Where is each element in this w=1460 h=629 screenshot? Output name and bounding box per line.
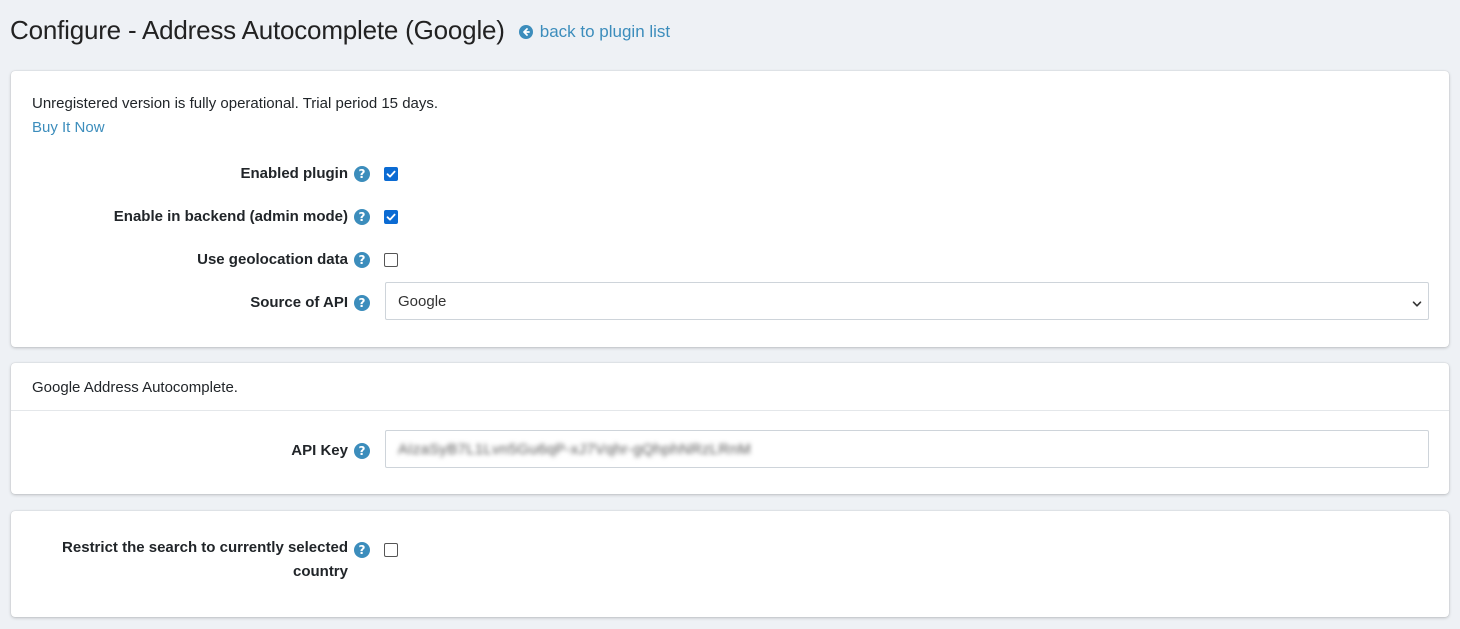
restrict-search-checkbox[interactable] xyxy=(384,543,398,557)
source-of-api-select[interactable]: Google xyxy=(385,282,1429,320)
chevron-down-icon xyxy=(1412,296,1422,313)
page-header: Configure - Address Autocomplete (Google… xyxy=(10,12,670,48)
use-geolocation-row: Use geolocation data ? xyxy=(11,249,1449,273)
enabled-plugin-row: Enabled plugin ? xyxy=(11,163,1449,187)
enable-backend-label: Enable in backend (admin mode) xyxy=(113,208,348,225)
help-icon[interactable]: ? xyxy=(354,443,370,459)
enable-backend-row: Enable in backend (admin mode) ? xyxy=(11,206,1449,230)
card-header-title: Google Address Autocomplete. xyxy=(32,379,238,396)
api-key-label: API Key xyxy=(291,442,348,459)
arrow-circle-left-icon xyxy=(518,24,533,39)
page-title: Configure - Address Autocomplete (Google… xyxy=(10,14,505,45)
help-icon[interactable]: ? xyxy=(354,295,370,311)
use-geolocation-checkbox[interactable] xyxy=(384,253,398,267)
source-of-api-value: Google xyxy=(398,293,447,310)
enabled-plugin-label: Enabled plugin xyxy=(240,165,349,182)
restrict-search-card: Restrict the search to currently selecte… xyxy=(11,511,1449,617)
general-settings-card: Unregistered version is fully operationa… xyxy=(11,71,1449,347)
buy-it-now-link[interactable]: Buy It Now xyxy=(32,119,105,136)
source-of-api-label: Source of API xyxy=(250,294,348,311)
back-link-label: back to plugin list xyxy=(539,21,671,41)
api-key-input[interactable]: AIzaSyB7L1Lvn5Gu6qP-xJ7Vqhr-gQhphNRzLRnM xyxy=(385,430,1429,468)
help-icon[interactable]: ? xyxy=(354,166,370,182)
use-geolocation-label: Use geolocation data xyxy=(197,251,348,268)
restrict-search-row: Restrict the search to currently selecte… xyxy=(11,539,1449,589)
card-header: Google Address Autocomplete. xyxy=(11,363,1449,411)
enable-backend-checkbox[interactable] xyxy=(384,210,398,224)
back-to-plugin-list-link[interactable]: back to plugin list xyxy=(518,19,671,42)
source-of-api-row: Source of API ? Google xyxy=(11,282,1449,320)
help-icon[interactable]: ? xyxy=(354,542,370,558)
restrict-search-label: Restrict the search to currently selecte… xyxy=(48,536,348,584)
api-key-row: API Key ? AIzaSyB7L1Lvn5Gu6qP-xJ7Vqhr-gQ… xyxy=(11,430,1449,468)
google-autocomplete-card: Google Address Autocomplete. API Key ? A… xyxy=(11,363,1449,494)
api-key-value: AIzaSyB7L1Lvn5Gu6qP-xJ7Vqhr-gQhphNRzLRnM xyxy=(398,441,752,458)
help-icon[interactable]: ? xyxy=(354,209,370,225)
trial-notice: Unregistered version is fully operationa… xyxy=(32,95,439,112)
enabled-plugin-checkbox[interactable] xyxy=(384,167,398,181)
restrict-search-label-line2: country xyxy=(292,563,348,580)
restrict-search-label-line1: Restrict the search to currently selecte… xyxy=(62,539,348,556)
help-icon[interactable]: ? xyxy=(354,252,370,268)
